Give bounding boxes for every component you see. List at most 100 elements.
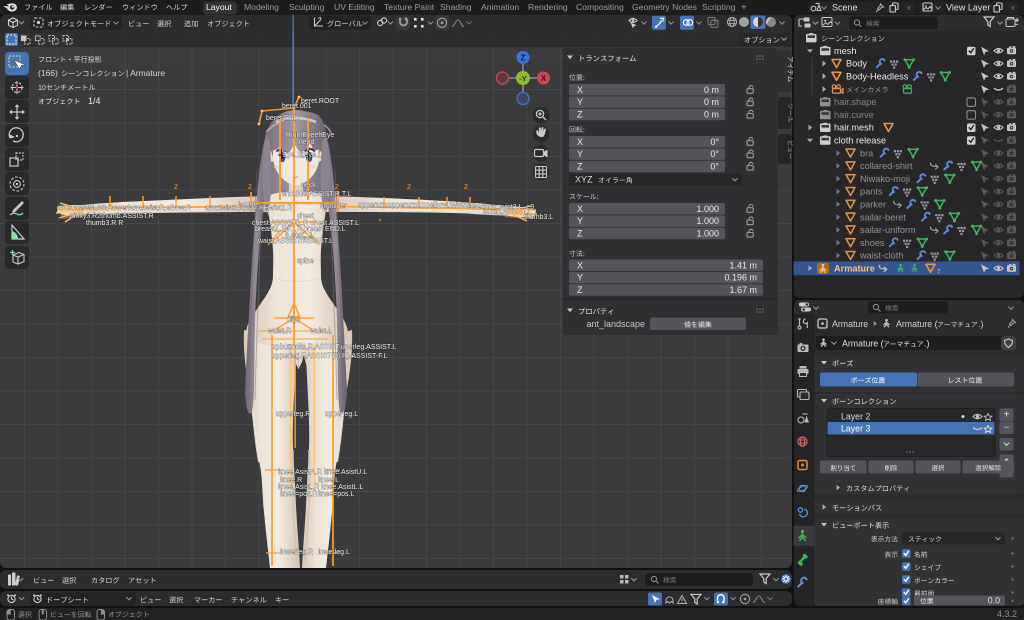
- svg-text:thumb3.L: thumb3.L: [524, 214, 553, 221]
- svg-text:X: X: [577, 85, 583, 95]
- svg-text:×: ×: [906, 3, 912, 14]
- svg-text:Animation: Animation: [481, 2, 519, 12]
- svg-text:Armature (: Armature (: [896, 319, 938, 329]
- svg-text:Z: Z: [577, 229, 583, 239]
- svg-text:Z: Z: [577, 110, 583, 120]
- svg-text:knee.AsistA.R knee.AsistU.L: knee.AsistA.R knee.AsistU.L: [278, 469, 367, 476]
- svg-text:hips: hips: [288, 317, 301, 324]
- svg-text:knee=pos.R: knee=pos.R: [280, 491, 318, 498]
- svg-text:parker: parker: [860, 200, 886, 210]
- svg-text:hair.mesh: hair.mesh: [834, 123, 874, 133]
- svg-text:Modeling: Modeling: [244, 2, 279, 12]
- svg-text:cloth release: cloth release: [834, 136, 886, 146]
- svg-text:×: ×: [378, 218, 382, 224]
- svg-text:+: +: [741, 3, 747, 14]
- svg-text:beret.END: beret.END: [266, 115, 299, 122]
- svg-text:nnds.assvst..n3.Rowerlarm.twis: nnds.assvst..n3.Rowerlarm.twist.R.elbow.…: [57, 205, 191, 212]
- svg-text:Armature (: Armature (: [842, 339, 884, 349]
- svg-text:0 m: 0 m: [704, 110, 719, 120]
- svg-text:mesh: mesh: [834, 46, 856, 56]
- svg-text:neck: neck: [301, 182, 316, 189]
- svg-text:sailar-uniform: sailar-uniform: [860, 225, 916, 235]
- svg-text:4.3.2: 4.3.2: [997, 609, 1017, 619]
- svg-text:.): .): [924, 339, 929, 349]
- svg-text:waist.L: waist.L: [309, 328, 332, 335]
- svg-text:chest: chest: [297, 213, 314, 220]
- svg-text:shoes: shoes: [860, 238, 885, 248]
- svg-text:0 m: 0 m: [704, 97, 719, 107]
- svg-text:XYZ: XYZ: [575, 175, 593, 185]
- svg-text:waist.ASSIST/RSSIST.L: waist.ASSIST/RSSIST.L: [257, 238, 333, 245]
- svg-text:upperarmupperarmuppelbow.twist: upperarmupperarmuppelbow.twistarm: [358, 202, 476, 209]
- svg-text:0°: 0°: [710, 137, 719, 147]
- svg-text:knee.Asist..R knee.AsistL.L: knee.Asist..R knee.AsistL.L: [278, 484, 363, 491]
- svg-text:| Armature: | Armature: [126, 68, 165, 78]
- svg-text:ant_landscape: ant_landscape: [586, 319, 645, 329]
- svg-text:Armature: Armature: [832, 319, 868, 329]
- svg-text:1.41 m: 1.41 m: [729, 260, 757, 270]
- svg-text:Y: Y: [577, 149, 583, 159]
- svg-text:Shading: Shading: [440, 2, 472, 12]
- svg-text:×: ×: [1010, 3, 1016, 14]
- svg-text:Sculpting: Sculpting: [289, 2, 325, 12]
- svg-text:X: X: [541, 74, 547, 83]
- svg-text:spine: spine: [297, 258, 314, 265]
- svg-text:Scripting: Scripting: [702, 2, 736, 12]
- svg-text:Z: Z: [577, 162, 583, 172]
- svg-text:X: X: [577, 204, 583, 214]
- svg-text:0.0: 0.0: [988, 596, 1000, 606]
- svg-text:(166): (166): [38, 68, 58, 78]
- svg-text:X: X: [577, 260, 583, 270]
- svg-text:Body-Headless: Body-Headless: [846, 72, 909, 82]
- svg-text:UV Editing: UV Editing: [334, 2, 375, 12]
- svg-text:1.000: 1.000: [696, 204, 719, 214]
- svg-text:t.Eye.L: t.Eye.L: [300, 152, 322, 159]
- svg-text:+: +: [1004, 410, 1010, 421]
- svg-text:waist-cloth: waist-cloth: [859, 251, 903, 261]
- svg-text:Y: Y: [577, 216, 583, 226]
- svg-text:upperleg.R: upperleg.R: [276, 411, 310, 418]
- svg-text:sailar-beret: sailar-beret: [860, 212, 906, 222]
- svg-text:head: head: [299, 139, 315, 146]
- svg-text:Z: Z: [174, 184, 178, 191]
- svg-text:upperleg.L: upperleg.L: [325, 411, 358, 418]
- svg-text:0 m: 0 m: [704, 85, 719, 95]
- svg-text:thumb3.R R: thumb3.R R: [86, 220, 123, 227]
- svg-text:1/4: 1/4: [88, 96, 101, 106]
- svg-text:Rendering: Rendering: [528, 2, 568, 12]
- svg-text:waist.R: waist.R: [267, 328, 291, 335]
- svg-text:bra: bra: [860, 148, 874, 158]
- svg-text:Z: Z: [577, 285, 583, 295]
- svg-text:Y: Y: [577, 97, 583, 107]
- svg-text:RightEyeeftEye: RightEyeeftEye: [286, 132, 334, 139]
- svg-text:lowerleg.L: lowerleg.L: [318, 549, 350, 556]
- svg-text:upbuttocks.R.ASSIST.uperleg.AS: upbuttocks.R.ASSIST.uperleg.ASSIST.L: [272, 344, 396, 351]
- svg-text:Layout: Layout: [206, 2, 232, 12]
- svg-text:1.000: 1.000: [696, 216, 719, 226]
- svg-text:-Y: -Y: [519, 74, 527, 83]
- svg-text:Texture Paint: Texture Paint: [384, 2, 435, 12]
- svg-text:pants: pants: [860, 187, 883, 197]
- svg-text:shoulderASSIST.R.T.L: shoulderASSIST.R.T.L: [282, 191, 351, 198]
- svg-text:hair.shape: hair.shape: [834, 97, 876, 107]
- svg-text:Armature: Armature: [834, 264, 875, 274]
- svg-text:.): .): [978, 319, 983, 329]
- svg-text:0°: 0°: [710, 162, 719, 172]
- svg-text:knee=pos.L: knee=pos.L: [318, 491, 354, 498]
- svg-text:upperleg.F.ASSIST(5).R).ASSIST: upperleg.F.ASSIST(5).R).ASSIST-F.L: [272, 353, 388, 360]
- svg-text:0.196 m: 0.196 m: [724, 273, 757, 283]
- svg-text:Z: Z: [407, 184, 411, 191]
- svg-text:Scene: Scene: [832, 3, 858, 13]
- svg-text:Layer 3: Layer 3: [841, 424, 870, 434]
- svg-text:1.67 m: 1.67 m: [729, 285, 757, 295]
- svg-text:Z: Z: [464, 184, 468, 191]
- svg-text:arm:twist3.Rnst2.RHwist2.R: arm:twist3.Rnst2.RHwist2.R: [205, 205, 292, 212]
- svg-text:Z: Z: [521, 54, 526, 63]
- svg-text:X: X: [577, 137, 583, 147]
- svg-text:Compositing: Compositing: [576, 2, 624, 12]
- svg-text:−: −: [1004, 422, 1009, 432]
- svg-text:hair.curve: hair.curve: [834, 110, 874, 120]
- svg-text:Y: Y: [577, 273, 583, 283]
- svg-text:Geometry Nodes: Geometry Nodes: [632, 2, 697, 12]
- svg-text:shoulder: shoulder: [320, 203, 348, 210]
